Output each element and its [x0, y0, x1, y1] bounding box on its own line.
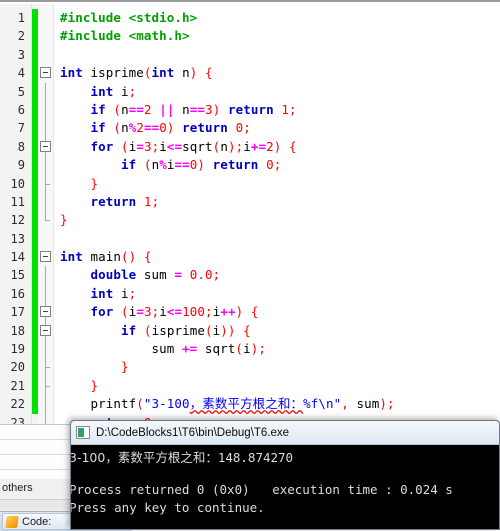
- line-number: 17: [10, 305, 25, 320]
- line-number: 5: [17, 84, 25, 99]
- code-line-14: int main() {: [60, 249, 152, 265]
- code-line-9: if (n%i==0) return 0;: [121, 157, 282, 173]
- console-window[interactable]: D:\CodeBlocks1\T6\bin\Debug\T6.exe 3-100…: [70, 420, 500, 530]
- line-number: 1: [17, 11, 25, 25]
- line-number: 15: [10, 268, 25, 283]
- line-number: 18: [10, 323, 25, 338]
- line-number: 10: [10, 176, 25, 191]
- line-number: 4: [17, 66, 25, 81]
- line-number: 13: [10, 231, 25, 246]
- line-number: 22: [10, 397, 25, 412]
- code-line-2: #include <math.h>: [60, 28, 190, 44]
- console-line-result: 3-100，素数平方根之和：148.874270: [71, 450, 294, 465]
- code-line-21: }: [90, 377, 99, 393]
- line-number: 3: [17, 47, 25, 62]
- code-line-7: if (n%2==0) return 0;: [90, 120, 251, 136]
- console-window-icon: [76, 426, 90, 439]
- line-number: 8: [17, 139, 25, 154]
- line-number: 20: [10, 360, 25, 375]
- code-line-19: sum += sqrt(i);: [60, 341, 266, 357]
- code-line-22: printf("3-100，素数平方根之和：%f\n", sum);: [60, 396, 395, 412]
- code-line-18: if (isprime(i)) {: [121, 322, 251, 338]
- taskbar-item-label: Code:: [22, 515, 52, 528]
- console-title-text: D:\CodeBlocks1\T6\bin\Debug\T6.exe: [96, 426, 290, 439]
- line-number: 9: [17, 158, 25, 173]
- console-result-value: 148.874270: [217, 450, 294, 465]
- code-line-17: for (i=3;i<=100;i++) {: [90, 304, 259, 320]
- line-number: 19: [10, 342, 25, 357]
- line-number: 21: [10, 378, 25, 393]
- code-line-4: int isprime(int n) {: [60, 65, 213, 81]
- line-number: 12: [10, 213, 25, 228]
- code-line-1: #include <stdio.h>: [60, 10, 198, 25]
- fold-toggle-main-for[interactable]: [38, 303, 53, 322]
- fold-toggle-main-if[interactable]: [38, 321, 53, 341]
- line-number: 7: [17, 121, 25, 136]
- console-line-continue: Press any key to continue.: [71, 500, 265, 515]
- fold-toggle-main[interactable]: [38, 248, 53, 266]
- code-line-5: int i;: [90, 83, 137, 99]
- code-line-20: }: [121, 359, 129, 375]
- line-number: 16: [10, 286, 25, 301]
- console-output[interactable]: 3-100，素数平方根之和：148.874270 Process returne…: [71, 445, 499, 529]
- fold-toggle-isprime[interactable]: [38, 64, 53, 82]
- code-line-11: return 1;: [90, 193, 160, 209]
- code-line-6: if (n==2 || n==3) return 1;: [90, 101, 297, 117]
- console-title-bar[interactable]: D:\CodeBlocks1\T6\bin\Debug\T6.exe: [71, 421, 499, 445]
- line-number: 2: [17, 29, 25, 44]
- line-number: 11: [10, 194, 25, 209]
- console-line-returned: Process returned 0 (0x0) execution time …: [71, 482, 453, 497]
- fold-toggle-for-loop[interactable]: [38, 137, 53, 157]
- codeblocks-icon: [5, 515, 19, 528]
- code-line-12: }: [60, 212, 68, 228]
- code-line-15: double sum = 0.0;: [90, 267, 221, 283]
- line-number: 6: [17, 102, 25, 117]
- code-line-10: }: [90, 175, 99, 191]
- line-number: 14: [10, 250, 25, 265]
- code-line-8: for (i=3;i<=sqrt(n);i+=2) {: [90, 138, 297, 154]
- code-line-16: int i;: [90, 285, 137, 301]
